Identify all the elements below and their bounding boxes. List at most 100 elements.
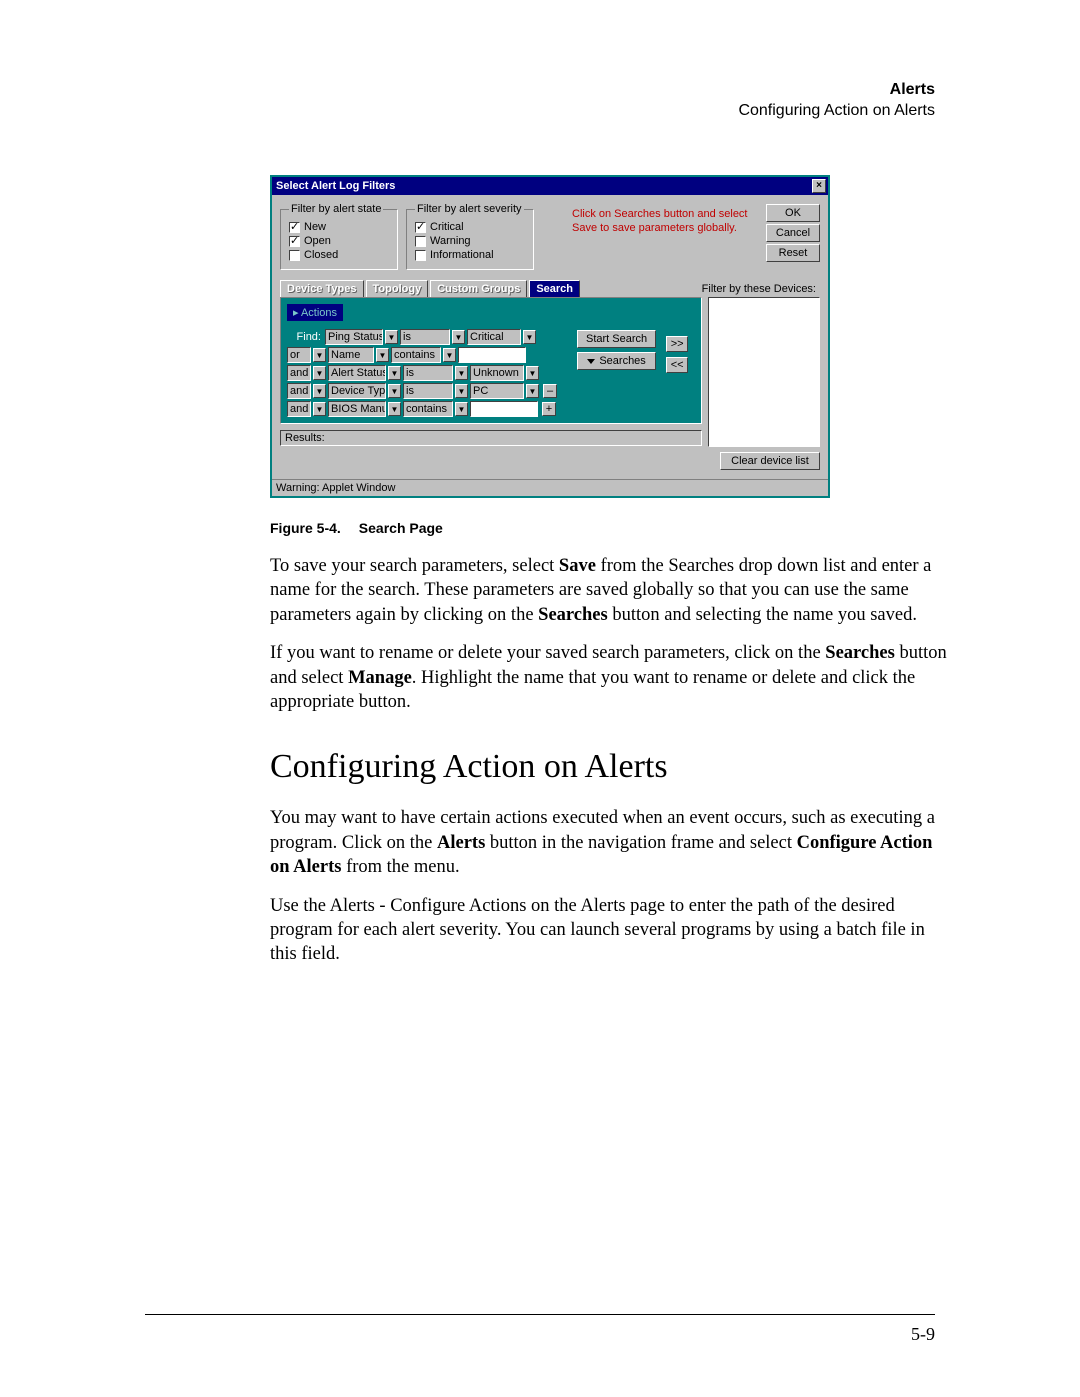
tabs: Device Types Topology Custom Groups Sear… xyxy=(280,280,580,297)
value-input[interactable] xyxy=(458,347,526,363)
footer-rule xyxy=(145,1314,935,1315)
paragraph-2: If you want to rename or delete your sav… xyxy=(270,641,950,714)
checkbox-row-new[interactable]: New xyxy=(289,221,389,233)
op-select[interactable]: is xyxy=(403,365,453,381)
chevron-down-icon[interactable]: ▼ xyxy=(388,402,401,416)
checkbox-row-informational[interactable]: Informational xyxy=(415,249,525,261)
dialog-body: Filter by alert state New Open Closed xyxy=(272,195,828,479)
chevron-down-icon[interactable]: ▼ xyxy=(455,384,468,398)
dialog-select-alert-log-filters: Select Alert Log Filters × Filter by ale… xyxy=(270,175,830,498)
value-select[interactable]: Unknown xyxy=(470,365,524,381)
checkbox-icon[interactable] xyxy=(415,250,426,261)
add-remove-rows: – xyxy=(543,384,557,398)
chevron-down-icon[interactable]: ▼ xyxy=(455,402,468,416)
caption-prefix: Figure 5-4. xyxy=(270,520,341,536)
chevron-down-icon[interactable]: ▼ xyxy=(443,348,456,362)
page-number: 5-9 xyxy=(911,1324,935,1345)
section-heading: Configuring Action on Alerts xyxy=(270,748,950,786)
conj-select[interactable]: and xyxy=(287,365,311,381)
clear-device-list-button[interactable]: Clear device list xyxy=(720,452,820,470)
value-select[interactable]: Critical xyxy=(467,329,521,345)
op-select[interactable]: is xyxy=(403,383,453,399)
field-select[interactable]: BIOS Manu xyxy=(328,401,386,417)
checkbox-row-critical[interactable]: Critical xyxy=(415,221,525,233)
checkbox-icon[interactable] xyxy=(289,250,300,261)
chevron-down-icon[interactable]: ▼ xyxy=(455,366,468,380)
chevron-down-icon[interactable]: ▼ xyxy=(388,366,401,380)
value-select[interactable]: PC xyxy=(470,383,524,399)
actions-subtab[interactable]: ▸ Actions xyxy=(287,304,343,321)
checkbox-label: Open xyxy=(304,235,331,247)
checkbox-icon[interactable] xyxy=(415,222,426,233)
chevron-down-icon[interactable]: ▼ xyxy=(452,330,465,344)
tab-custom-groups[interactable]: Custom Groups xyxy=(430,280,527,297)
checkbox-row-warning[interactable]: Warning xyxy=(415,235,525,247)
conj-select[interactable]: or xyxy=(287,347,311,363)
checkbox-icon[interactable] xyxy=(415,236,426,247)
conj-select[interactable]: and xyxy=(287,383,311,399)
device-list[interactable] xyxy=(708,297,820,447)
transfer-buttons: >> << xyxy=(666,329,688,374)
add-row-button[interactable]: + xyxy=(542,402,556,416)
results-box: Results: xyxy=(280,430,702,446)
titlebar: Select Alert Log Filters × xyxy=(272,177,828,195)
checkbox-icon[interactable] xyxy=(289,222,300,233)
chevron-down-icon[interactable]: ▼ xyxy=(523,330,536,344)
conj-select[interactable]: and xyxy=(287,401,311,417)
header-subtitle: Configuring Action on Alerts xyxy=(738,101,935,122)
chevron-down-icon[interactable]: ▼ xyxy=(526,366,539,380)
op-select[interactable]: contains xyxy=(403,401,453,417)
field-select[interactable]: Name xyxy=(328,347,374,363)
checkbox-icon[interactable] xyxy=(289,236,300,247)
dialog-title: Select Alert Log Filters xyxy=(276,180,395,192)
chevron-down-icon[interactable]: ▼ xyxy=(376,348,389,362)
move-left-button[interactable]: << xyxy=(666,357,688,373)
tab-device-types[interactable]: Device Types xyxy=(280,280,364,297)
filter-by-label: Filter by these Devices: xyxy=(702,283,820,297)
chevron-down-icon[interactable]: ▼ xyxy=(313,348,326,362)
checkbox-row-open[interactable]: Open xyxy=(289,235,389,247)
tab-topology[interactable]: Topology xyxy=(366,280,429,297)
checkbox-label: Informational xyxy=(430,249,494,261)
chevron-down-icon[interactable]: ▼ xyxy=(313,402,326,416)
search-panel: ▸ Actions Find: Ping Status▼ is▼ Critica… xyxy=(280,297,702,424)
ok-button[interactable]: OK xyxy=(766,204,820,222)
figure-caption: Figure 5-4.Search Page xyxy=(270,520,950,536)
chevron-down-icon[interactable]: ▼ xyxy=(526,384,539,398)
chevron-down-icon[interactable]: ▼ xyxy=(388,384,401,398)
top-row: Filter by alert state New Open Closed xyxy=(280,203,820,270)
status-bar: Warning: Applet Window xyxy=(272,479,828,496)
checkbox-row-closed[interactable]: Closed xyxy=(289,249,389,261)
reset-button[interactable]: Reset xyxy=(766,244,820,262)
criteria-row: or▼ Name▼ contains▼ xyxy=(287,347,557,363)
chevron-down-icon[interactable]: ▼ xyxy=(385,330,398,344)
criteria-row: Find: Ping Status▼ is▼ Critical▼ xyxy=(287,329,557,345)
move-right-button[interactable]: >> xyxy=(666,336,688,352)
checkbox-label: Closed xyxy=(304,249,338,261)
tab-search[interactable]: Search xyxy=(529,280,580,297)
field-select[interactable]: Device Typ xyxy=(328,383,386,399)
header-title: Alerts xyxy=(738,80,935,101)
close-icon[interactable]: × xyxy=(812,179,826,193)
hint-text: Click on Searches button and select Save… xyxy=(542,203,758,270)
start-column: Start Search Searches xyxy=(577,329,656,371)
field-select[interactable]: Alert Status xyxy=(328,365,386,381)
chevron-down-icon[interactable]: ▼ xyxy=(313,384,326,398)
field-select[interactable]: Ping Status xyxy=(325,329,383,345)
cancel-button[interactable]: Cancel xyxy=(766,224,820,242)
page: Alerts Configuring Action on Alerts Sele… xyxy=(0,0,1080,1397)
searches-button[interactable]: Searches xyxy=(577,352,656,370)
op-select[interactable]: contains xyxy=(391,347,441,363)
lower-row: ▸ Actions Find: Ping Status▼ is▼ Critica… xyxy=(280,297,820,471)
legend-state: Filter by alert state xyxy=(289,203,383,215)
chevron-down-icon[interactable]: ▼ xyxy=(313,366,326,380)
op-select[interactable]: is xyxy=(400,329,450,345)
criteria-row: and▼ Alert Status▼ is▼ Unknown▼ xyxy=(287,365,557,381)
start-search-button[interactable]: Start Search xyxy=(577,330,656,348)
tabs-row: Device Types Topology Custom Groups Sear… xyxy=(280,280,820,297)
paragraph-3: You may want to have certain actions exe… xyxy=(270,806,950,879)
remove-row-button[interactable]: – xyxy=(543,384,557,398)
value-input[interactable] xyxy=(470,401,538,417)
chevron-down-icon xyxy=(587,359,595,364)
content: Select Alert Log Filters × Filter by ale… xyxy=(270,175,950,967)
